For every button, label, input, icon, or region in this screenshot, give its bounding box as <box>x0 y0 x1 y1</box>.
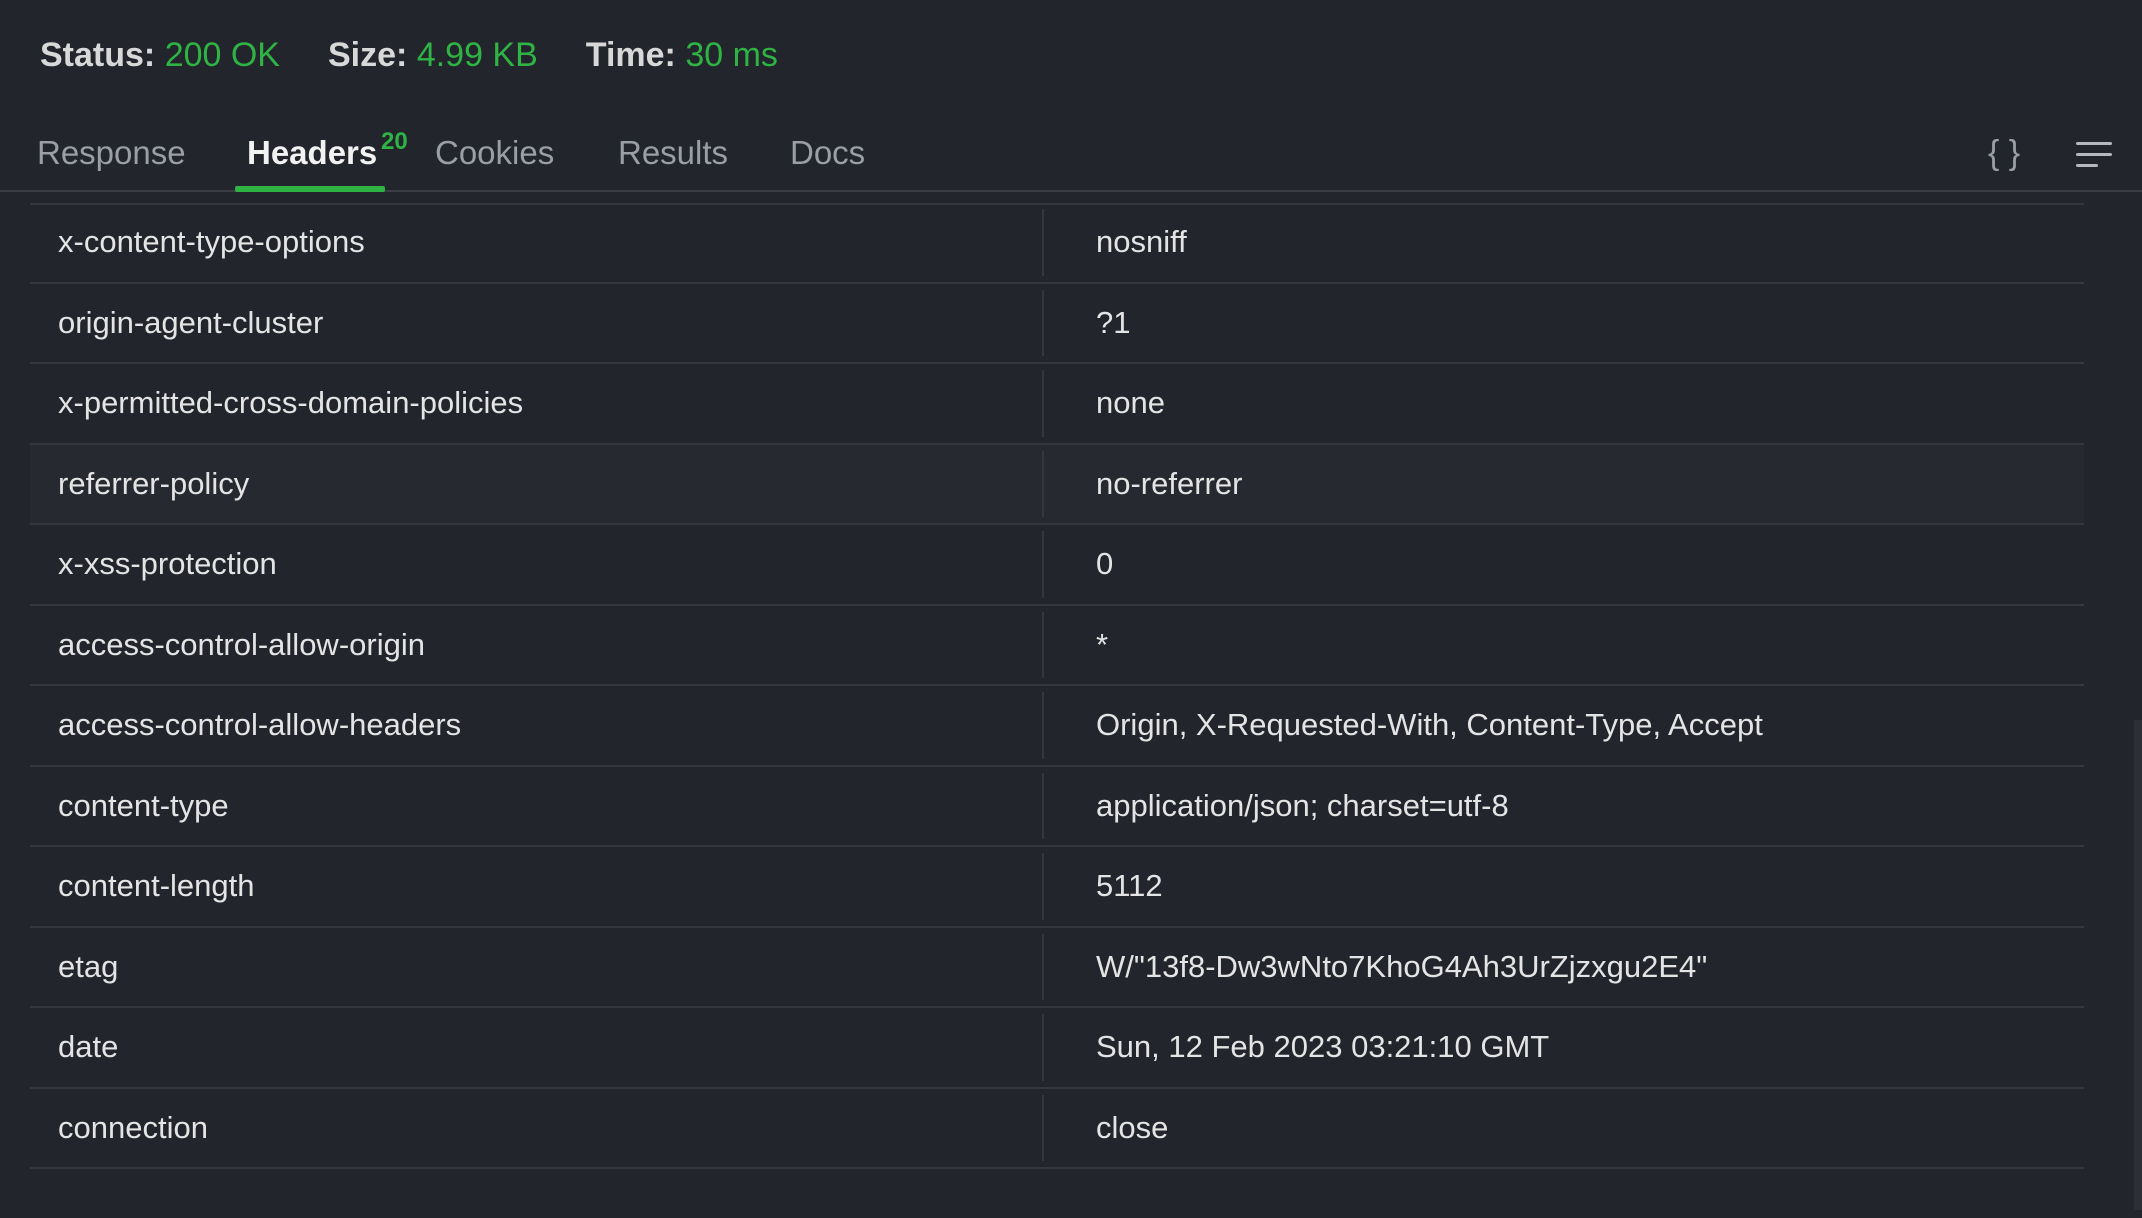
header-value: W/"13f8-Dw3wNto7KhoG4Ah3UrZjzxgu2E4" <box>1096 948 1708 984</box>
header-value: none <box>1096 385 1165 421</box>
tab-cookies[interactable]: Cookies <box>435 134 554 190</box>
table-row: etag W/"13f8-Dw3wNto7KhoG4Ah3UrZjzxgu2E4… <box>30 928 2084 1008</box>
size-value: 4.99 KB <box>416 36 538 74</box>
header-key: origin-agent-cluster <box>58 304 324 340</box>
tab-response-label: Response <box>37 134 186 171</box>
header-key: content-length <box>58 868 255 904</box>
header-value: 0 <box>1096 546 1114 582</box>
table-row: access-control-allow-headers Origin, X-R… <box>30 686 2084 767</box>
time-indicator: Time: 30 ms <box>586 36 778 75</box>
status-bar: Status: 200 OK Size: 4.99 KB Time: 30 ms <box>40 36 826 75</box>
tab-cookies-label: Cookies <box>435 134 555 171</box>
column-divider <box>1042 853 1044 920</box>
scrollbar[interactable] <box>2134 720 2142 1210</box>
table-row: access-control-allow-origin * <box>30 606 2084 686</box>
format-json-icon[interactable]: { } <box>1988 134 2020 173</box>
header-value: * <box>1096 626 1109 662</box>
table-row: connection close <box>30 1089 2084 1169</box>
status-value: 200 OK <box>164 36 280 74</box>
column-divider <box>1042 209 1044 276</box>
column-divider <box>1042 370 1044 437</box>
status-indicator: Status: 200 OK <box>40 36 280 75</box>
size-label: Size: <box>328 36 408 74</box>
header-key: date <box>58 1029 119 1065</box>
header-key: referrer-policy <box>58 465 250 501</box>
table-row: origin-agent-cluster ?1 <box>30 284 2084 364</box>
table-row: x-xss-protection 0 <box>30 525 2084 606</box>
header-key: x-content-type-options <box>58 224 365 260</box>
column-divider <box>1042 692 1044 759</box>
header-key: access-control-allow-origin <box>58 626 425 662</box>
table-row: x-permitted-cross-domain-policies none <box>30 364 2084 445</box>
header-value: application/json; charset=utf-8 <box>1096 787 1509 823</box>
table-row: content-length 5112 <box>30 847 2084 928</box>
tab-results-label: Results <box>618 134 729 171</box>
tab-docs[interactable]: Docs <box>790 134 865 190</box>
column-divider <box>1042 1094 1044 1161</box>
tab-results[interactable]: Results <box>618 134 728 190</box>
table-row: content-type application/json; charset=u… <box>30 767 2084 847</box>
header-value: Origin, X-Requested-With, Content-Type, … <box>1096 707 1763 743</box>
time-value: 30 ms <box>685 36 778 74</box>
headers-table: x-content-type-options nosniff origin-ag… <box>30 203 2084 1169</box>
column-divider <box>1042 1014 1044 1081</box>
table-row: x-content-type-options nosniff <box>30 203 2084 284</box>
tab-response[interactable]: Response <box>37 134 186 190</box>
column-divider <box>1042 611 1044 678</box>
size-indicator: Size: 4.99 KB <box>328 36 538 75</box>
header-value: close <box>1096 1109 1169 1145</box>
response-panel: Status: 200 OK Size: 4.99 KB Time: 30 ms… <box>0 0 2142 1218</box>
tab-headers[interactable]: Headers 20 <box>247 128 408 190</box>
header-value: ?1 <box>1096 304 1131 340</box>
column-divider <box>1042 933 1044 1000</box>
header-key: access-control-allow-headers <box>58 707 462 743</box>
header-key: content-type <box>58 787 229 823</box>
column-divider <box>1042 772 1044 839</box>
headers-count-badge: 20 <box>381 128 408 155</box>
column-divider <box>1042 531 1044 598</box>
time-label: Time: <box>585 36 676 74</box>
column-divider <box>1042 289 1044 356</box>
header-value: Sun, 12 Feb 2023 03:21:10 GMT <box>1096 1029 1550 1065</box>
header-key: etag <box>58 948 119 984</box>
table-row: referrer-policy no-referrer <box>30 444 2084 525</box>
header-key: x-permitted-cross-domain-policies <box>58 385 524 421</box>
status-label: Status: <box>40 36 156 74</box>
header-value: 5112 <box>1096 868 1163 904</box>
column-divider <box>1042 450 1044 517</box>
header-key: connection <box>58 1109 208 1145</box>
tab-docs-label: Docs <box>790 134 866 171</box>
header-key: x-xss-protection <box>58 546 277 582</box>
header-value: nosniff <box>1096 224 1187 260</box>
tab-headers-label: Headers <box>247 134 378 171</box>
table-row: date Sun, 12 Feb 2023 03:21:10 GMT <box>30 1008 2084 1089</box>
hamburger-menu-icon[interactable] <box>2076 142 2112 168</box>
active-tab-indicator <box>235 186 385 192</box>
header-value: no-referrer <box>1096 465 1243 501</box>
response-tabs: Response Headers 20 Cookies Results Docs… <box>0 120 2142 192</box>
